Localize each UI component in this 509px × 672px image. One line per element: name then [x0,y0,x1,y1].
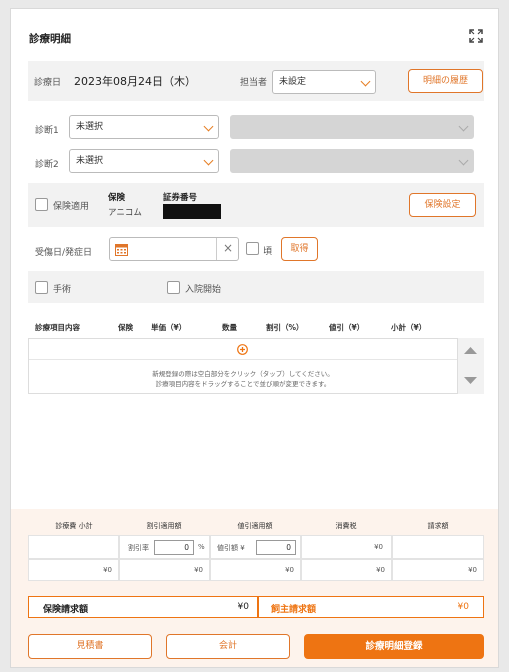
discount-amount-input[interactable]: 0 [256,540,296,555]
admission-label: 入院開始 [185,285,222,295]
reduction-applied-value: ¥0 [285,566,294,574]
sum-header-tax: 消費税 [335,522,357,530]
insurance-claim-value: ¥0 [237,602,249,612]
sum-header-subtotal: 診療費 小計 [55,522,93,530]
discount-applied-value: ¥0 [194,566,203,574]
diagnosis1-label: 診断1 [35,126,59,136]
staff-select[interactable]: 未設定 [272,70,376,94]
insurance-apply-checkbox[interactable] [35,198,48,211]
chevron-down-icon [458,155,469,166]
surgery-checkbox[interactable] [35,281,48,294]
col-header-quantity: 数量 [222,323,237,332]
insurance-claim-label: 保険請求額 [43,605,89,615]
estimate-button[interactable]: 見積書 [28,634,152,659]
injury-date-label: 受傷日/発症日 [35,248,93,258]
add-row-icon[interactable] [237,344,248,355]
register-button[interactable]: 診療明細登録 [304,634,484,659]
tax-value: ¥0 [376,566,385,574]
cert-number-title: 証券番号 [163,193,198,203]
diagnosis2-select[interactable]: 未選択 [69,149,219,173]
chevron-down-icon [203,155,214,166]
col-header-subtotal: 小計（¥） [391,323,427,332]
insurance-claim-box: 保険請求額 ¥0 [28,596,258,618]
discount-amount-label: 値引額 ¥ [217,544,245,552]
diagnosis2-label: 診断2 [35,160,59,170]
owner-claim-box: 飼主請求額 ¥0 [258,596,484,618]
insurance-apply-label: 保険適用 [53,202,90,212]
items-table-body[interactable]: 新規登録の際は空白部分をクリック（タップ）してください。 診療項目内容をドラッグ… [28,338,458,394]
expand-icon[interactable] [469,29,483,43]
surgery-label: 手術 [53,285,72,295]
discount-amount-cell: 値引額 ¥ 0 [210,535,301,559]
chevron-down-icon [360,76,371,87]
diagnosis1-sub-select [230,115,474,139]
insurance-row: 保険適用 保険 アニコム 証券番号 保険設定 [28,183,484,227]
col-header-unit-price: 単価（¥） [151,323,187,332]
col-header-discount-amount: 値引（¥） [329,323,365,332]
chevron-down-icon [203,121,214,132]
arrow-up-icon[interactable] [464,346,477,355]
staff-select-value: 未設定 [279,77,307,87]
date-label: 診療日 [34,78,62,88]
diagnosis2-value: 未選択 [76,156,104,166]
clear-date-icon[interactable]: × [219,241,237,255]
admission-checkbox[interactable] [167,281,180,294]
chevron-down-icon [458,121,469,132]
page-title: 診療明細 [29,33,71,45]
approx-checkbox[interactable] [246,242,259,255]
table-hint-line1: 新規登録の際は空白部分をクリック（タップ）してください。 [152,370,334,378]
owner-claim-label: 飼主請求額 [271,605,317,615]
owner-claim-value: ¥0 [457,602,469,612]
col-header-discount-rate: 割引（%） [266,323,304,332]
staff-label: 担当者 [240,78,268,88]
diagnosis2-sub-select [230,149,474,173]
calendar-icon[interactable] [115,243,128,256]
cert-number-redacted [163,204,221,219]
tax-row1-value: ¥0 [374,543,383,551]
checkout-button[interactable]: 会計 [166,634,290,659]
insurance-title: 保険 [108,193,126,203]
percent-unit: % [198,543,205,551]
header-row: 診療日 2023年08月24日（木） 担当者 未設定 明細の履歴 [28,61,484,101]
sum-header-discount: 割引適用額 [146,522,182,530]
history-button[interactable]: 明細の履歴 [408,69,483,93]
insurance-settings-button[interactable]: 保険設定 [409,193,476,217]
discount-rate-label: 割引率 [128,544,149,552]
flags-row: 手術 入院開始 [28,271,484,303]
discount-rate-cell: 割引率 0 % [119,535,210,559]
arrow-down-icon[interactable] [464,376,477,385]
approx-label: 頃 [263,247,273,257]
table-hint-line2: 診療項目内容をドラッグすることで並び順が変更できます。 [155,380,331,388]
sum-header-reduction: 値引適用額 [237,522,273,530]
billing-value: ¥0 [468,566,477,574]
reorder-scroll [458,338,484,394]
subtotal-value: ¥0 [103,566,112,574]
col-header-item: 診療項目内容 [35,323,80,332]
diagnosis1-value: 未選択 [76,122,104,132]
treatment-detail-panel: 診療明細 診療日 2023年08月24日（木） 担当者 未設定 明細の履歴 診断… [10,8,499,668]
injury-date-input[interactable]: × [109,237,239,261]
diagnosis1-select[interactable]: 未選択 [69,115,219,139]
get-date-button[interactable]: 取得 [281,237,318,261]
col-header-insurance: 保険 [118,323,133,332]
sum-header-total: 請求額 [427,522,449,530]
insurance-name: アニコム [108,208,142,218]
date-value[interactable]: 2023年08月24日（木） [74,73,196,89]
discount-rate-input[interactable]: 0 [154,540,194,555]
